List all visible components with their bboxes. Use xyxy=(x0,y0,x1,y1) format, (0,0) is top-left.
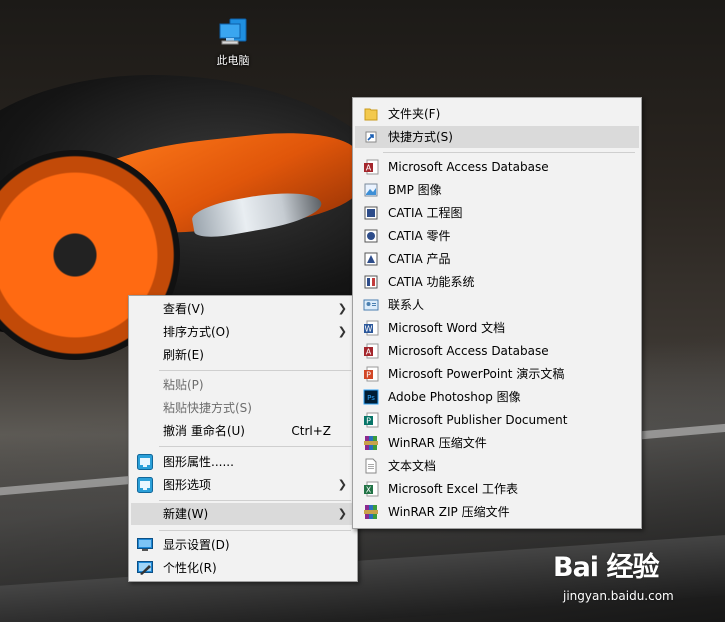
chevron-right-icon: ❯ xyxy=(337,507,347,520)
new-item-text-document[interactable]: 文本文档 xyxy=(355,455,639,477)
menu-item-undo-rename[interactable]: 撤消 重命名(U) Ctrl+Z xyxy=(131,420,355,442)
personalize-icon xyxy=(137,561,153,575)
chevron-right-icon: ❯ xyxy=(337,325,347,338)
new-submenu: 文件夹(F) 快捷方式(S) A Microsoft Access Databa… xyxy=(352,97,642,529)
new-item-catia-part[interactable]: CATIA 零件 xyxy=(355,225,639,247)
bmp-image-icon xyxy=(364,183,378,197)
chevron-right-icon: ❯ xyxy=(337,478,347,491)
new-item-shortcut[interactable]: 快捷方式(S) xyxy=(355,126,639,148)
svg-text:P: P xyxy=(366,417,371,426)
publisher-icon: P xyxy=(364,412,379,428)
svg-text:P: P xyxy=(366,371,371,380)
computer-icon xyxy=(219,18,247,45)
text-document-icon xyxy=(365,458,377,474)
word-icon: W xyxy=(364,320,379,336)
intel-graphics-icon xyxy=(137,477,153,493)
catia-function-icon xyxy=(364,275,378,289)
menu-item-graphics-properties[interactable]: 图形属性...... xyxy=(131,451,355,473)
winrar-zip-icon xyxy=(364,505,378,519)
menu-separator xyxy=(383,152,635,153)
menu-separator xyxy=(159,446,351,447)
new-item-word-document[interactable]: W Microsoft Word 文档 xyxy=(355,317,639,339)
svg-text:Ps: Ps xyxy=(367,394,375,402)
access-icon: A xyxy=(364,159,379,175)
folder-icon xyxy=(364,108,378,121)
new-item-catia-product[interactable]: CATIA 产品 xyxy=(355,248,639,270)
this-pc-label: 此电脑 xyxy=(216,54,250,67)
menu-item-paste-shortcut[interactable]: 粘贴快捷方式(S) xyxy=(131,397,355,419)
new-item-access-database-2[interactable]: A Microsoft Access Database xyxy=(355,340,639,362)
this-pc-desktop-icon[interactable]: 此电脑 xyxy=(205,16,261,68)
new-item-contact[interactable]: 联系人 xyxy=(355,294,639,316)
watermark-logo: Bai 经验 xyxy=(553,552,659,583)
excel-icon: X xyxy=(364,481,379,497)
svg-text:W: W xyxy=(365,325,373,334)
menu-separator xyxy=(159,500,351,501)
menu-separator xyxy=(159,530,351,531)
menu-item-new[interactable]: 新建(W) ❯ xyxy=(131,503,355,525)
menu-item-paste[interactable]: 粘贴(P) xyxy=(131,374,355,396)
intel-graphics-icon xyxy=(137,454,153,470)
winrar-icon xyxy=(364,436,378,450)
new-item-access-database[interactable]: A Microsoft Access Database xyxy=(355,156,639,178)
new-item-photoshop-image[interactable]: Ps Adobe Photoshop 图像 xyxy=(355,386,639,408)
catia-product-icon xyxy=(364,252,378,266)
new-item-winrar-archive[interactable]: WinRAR 压缩文件 xyxy=(355,432,639,454)
new-item-winrar-zip[interactable]: WinRAR ZIP 压缩文件 xyxy=(355,501,639,523)
shortcut-icon xyxy=(365,131,377,143)
new-item-bmp-image[interactable]: BMP 图像 xyxy=(355,179,639,201)
contact-icon xyxy=(363,299,379,311)
powerpoint-icon: P xyxy=(364,366,379,382)
shortcut-label: Ctrl+Z xyxy=(291,424,331,438)
menu-item-graphics-options[interactable]: 图形选项 ❯ xyxy=(131,474,355,496)
chevron-right-icon: ❯ xyxy=(337,302,347,315)
menu-item-view[interactable]: 查看(V) ❯ xyxy=(131,298,355,320)
watermark-site: jingyan.baidu.com xyxy=(563,589,674,603)
access-icon: A xyxy=(364,343,379,359)
new-item-publisher-document[interactable]: P Microsoft Publisher Document xyxy=(355,409,639,431)
new-item-catia-function[interactable]: CATIA 功能系统 xyxy=(355,271,639,293)
desktop-context-menu: 查看(V) ❯ 排序方式(O) ❯ 刷新(E) 粘贴(P) 粘贴快捷方式(S) … xyxy=(128,295,358,582)
catia-part-icon xyxy=(364,229,378,243)
new-item-powerpoint[interactable]: P Microsoft PowerPoint 演示文稿 xyxy=(355,363,639,385)
menu-item-refresh[interactable]: 刷新(E) xyxy=(131,344,355,366)
svg-text:X: X xyxy=(366,486,372,495)
menu-item-sort-by[interactable]: 排序方式(O) ❯ xyxy=(131,321,355,343)
menu-separator xyxy=(159,370,351,371)
new-item-folder[interactable]: 文件夹(F) xyxy=(355,103,639,125)
svg-text:A: A xyxy=(366,348,372,357)
svg-text:A: A xyxy=(366,164,372,173)
new-item-catia-drawing[interactable]: CATIA 工程图 xyxy=(355,202,639,224)
menu-item-personalize[interactable]: 个性化(R) xyxy=(131,557,355,579)
display-icon xyxy=(137,538,153,551)
photoshop-icon: Ps xyxy=(363,389,379,405)
new-item-excel-worksheet[interactable]: X Microsoft Excel 工作表 xyxy=(355,478,639,500)
baidu-jingyan-watermark: Bai 经验 jingyan.baidu.com xyxy=(553,545,718,615)
catia-drawing-icon xyxy=(364,206,378,220)
menu-item-display-settings[interactable]: 显示设置(D) xyxy=(131,534,355,556)
